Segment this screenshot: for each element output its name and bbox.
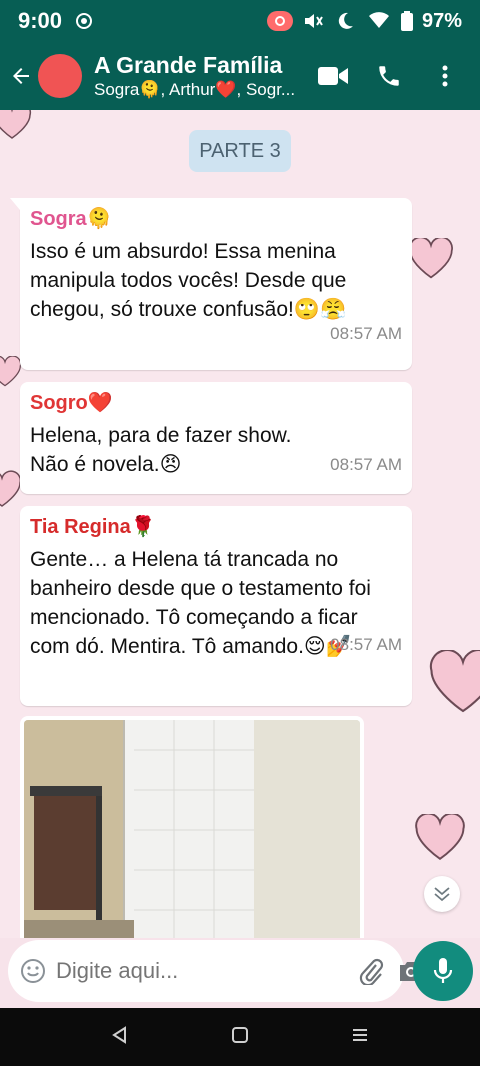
- paperclip-icon: [359, 958, 384, 985]
- heart-decoration-icon: [0, 110, 32, 139]
- square-home-icon: [232, 1026, 248, 1043]
- image-message[interactable]: [20, 716, 364, 938]
- double-chevron-down-icon: [434, 887, 450, 902]
- date-chip: PARTE 3: [189, 130, 291, 172]
- video-camera-icon: [318, 67, 348, 85]
- mute-icon: [302, 11, 326, 31]
- heart-decoration-icon: [429, 650, 480, 713]
- menu-lines-icon: [353, 1028, 367, 1041]
- message-composer: [8, 940, 422, 1002]
- nav-back-button[interactable]: [111, 1025, 129, 1049]
- voice-message-button[interactable]: [413, 941, 473, 1001]
- message-sender: Tia Regina🌹: [30, 516, 156, 538]
- more-options-button[interactable]: [430, 61, 460, 91]
- back-button[interactable]: [4, 42, 38, 110]
- heart-decoration-icon: [409, 238, 453, 279]
- video-call-button[interactable]: [318, 61, 348, 91]
- message-time: 08:57 AM: [330, 324, 402, 343]
- emoji-button[interactable]: [20, 956, 46, 986]
- photo-image: [24, 720, 360, 938]
- group-members: Sogra🫠, Arthur❤️, Sogr...: [94, 80, 296, 99]
- nav-recents-button[interactable]: [351, 1026, 369, 1049]
- system-nav-bar: [0, 1008, 480, 1066]
- nav-home-button[interactable]: [231, 1026, 249, 1049]
- message-text: Isso é um absurdo! Essa menina manipula …: [30, 240, 347, 321]
- recording-indicator-icon: [266, 11, 293, 31]
- triangle-back-icon: [112, 1025, 126, 1044]
- message-sender: Sogro❤️: [30, 392, 113, 414]
- status-icons: 97%: [266, 9, 462, 33]
- heart-decoration-icon: [415, 814, 465, 860]
- voice-call-button[interactable]: [374, 61, 404, 91]
- more-vertical-icon: [442, 65, 448, 87]
- bathroom-photo[interactable]: [24, 720, 360, 938]
- moon-icon: [335, 11, 359, 31]
- status-time: 9:00: [18, 8, 63, 33]
- battery-percent: 97%: [421, 9, 462, 32]
- heart-decoration-icon: [0, 470, 22, 507]
- group-avatar[interactable]: [38, 54, 82, 98]
- message-bubble[interactable]: Sogra🫠 Isso é um absurdo! Essa menina ma…: [10, 198, 412, 370]
- battery-icon: [400, 11, 413, 31]
- chat-area[interactable]: PARTE 3 Sogra🫠 Isso é um absurdo! Essa m…: [0, 110, 480, 938]
- microphone-icon: [433, 958, 453, 983]
- screen-record-icon: [76, 13, 93, 29]
- heart-decoration-icon: [0, 356, 22, 387]
- chat-title-area[interactable]: A Grande Família Sogra🫠, Arthur❤️, Sogr.…: [94, 52, 314, 100]
- phone-icon: [379, 66, 399, 86]
- message-bubble[interactable]: Tia Regina🌹 Gente… a Helena tá trancada …: [20, 506, 412, 706]
- group-name: A Grande Família: [94, 52, 283, 78]
- attach-button[interactable]: [358, 956, 384, 986]
- wifi-icon: [368, 11, 392, 31]
- chat-header: A Grande Família Sogra🫠, Arthur❤️, Sogr.…: [0, 42, 480, 110]
- message-input[interactable]: [56, 958, 344, 984]
- message-sender: Sogra🫠: [30, 208, 112, 230]
- message-bubble[interactable]: Sogro❤️ Helena, para de fazer show. Não …: [20, 382, 412, 494]
- status-bar: 9:00 97%: [0, 0, 480, 42]
- emoji-smiley-icon: [21, 959, 45, 983]
- scroll-to-bottom-button[interactable]: [424, 876, 460, 912]
- back-arrow-icon: [13, 68, 29, 84]
